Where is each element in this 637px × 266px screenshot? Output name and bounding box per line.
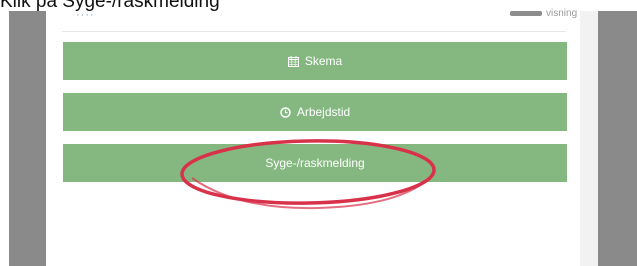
right-gutter xyxy=(598,11,637,266)
left-gutter xyxy=(9,11,46,266)
syge-raskmelding-button[interactable]: Syge-/raskmelding xyxy=(63,144,567,182)
syge-raskmelding-label: Syge-/raskmelding xyxy=(265,156,365,170)
header-view-label[interactable]: visning xyxy=(546,8,577,19)
app-logo: ···· xyxy=(76,9,95,21)
header-badge xyxy=(510,11,542,16)
arbejdstid-label: Arbejdstid xyxy=(296,105,351,119)
arbejdstid-button[interactable]: Arbejdstid xyxy=(63,93,567,131)
skema-button[interactable]: Skema xyxy=(63,42,567,80)
instruction-caption: Klik på Syge-/raskmelding xyxy=(0,0,220,12)
right-divider xyxy=(580,11,598,266)
calendar-icon xyxy=(287,55,299,67)
clock-icon xyxy=(280,106,291,118)
app-screen: ···· visning Skema Arbejdstid Syge-/rask… xyxy=(46,8,580,266)
skema-label: Skema xyxy=(304,54,343,68)
app-header: ···· visning xyxy=(62,8,577,32)
